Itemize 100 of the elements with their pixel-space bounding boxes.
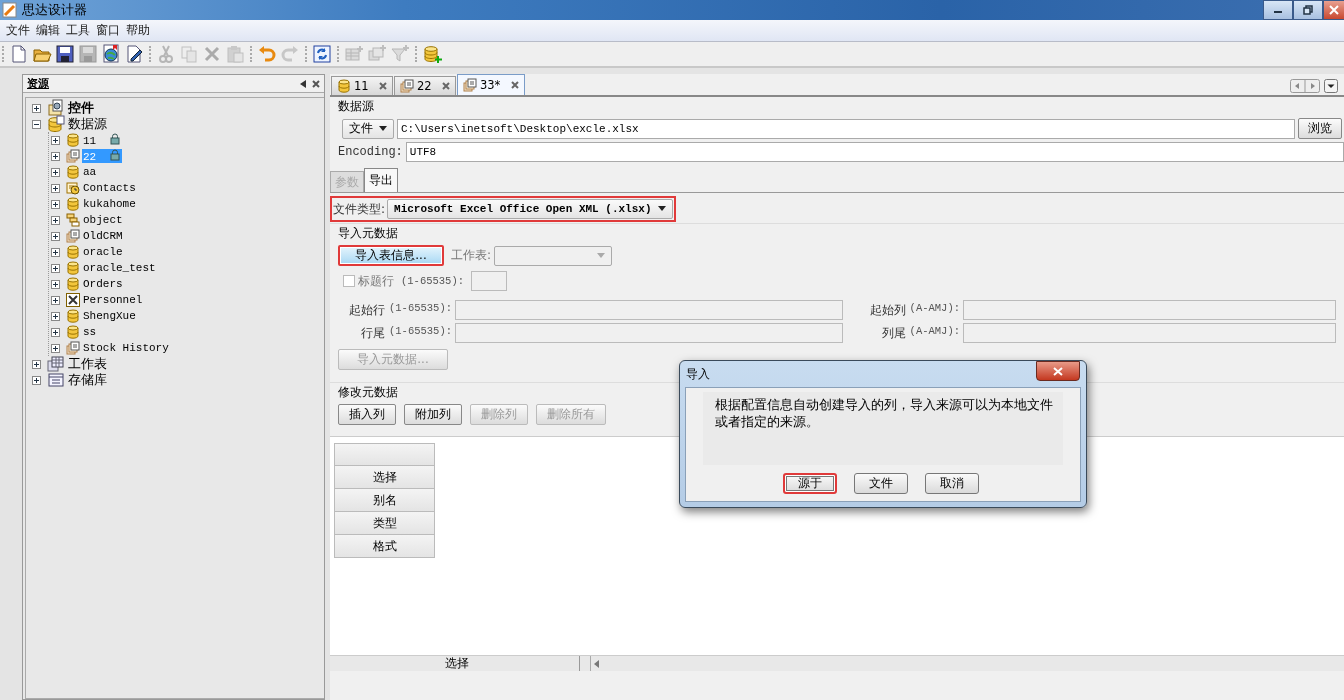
tree-item[interactable]: oracle_test xyxy=(82,262,157,274)
expand-icon[interactable] xyxy=(51,263,60,273)
expand-icon[interactable] xyxy=(32,103,41,113)
field-label: 行尾 xyxy=(361,324,385,342)
database-icon xyxy=(66,245,80,259)
expand-icon[interactable] xyxy=(51,199,60,209)
edit-document-icon[interactable] xyxy=(124,44,144,64)
tree-item[interactable]: ShengXue xyxy=(82,310,137,322)
range-hint: (A-AMJ): xyxy=(909,301,960,316)
tree-item[interactable]: aa xyxy=(82,166,98,178)
toolbar-button[interactable]: 插入列 xyxy=(338,404,396,425)
tree-item[interactable]: oracle xyxy=(82,246,124,258)
clock-icon xyxy=(66,181,80,195)
left-arrow-icon[interactable] xyxy=(594,659,600,668)
tree-item[interactable]: 控件 xyxy=(67,99,95,117)
tree-item[interactable]: Stock History xyxy=(82,342,170,354)
tree-item[interactable]: 11 xyxy=(82,133,122,147)
close-icon[interactable] xyxy=(312,79,320,88)
menu-item[interactable]: 窗口 xyxy=(93,22,123,39)
expand-icon[interactable] xyxy=(51,135,60,145)
expand-icon[interactable] xyxy=(51,311,60,321)
database-icon xyxy=(66,325,80,339)
editor-tab[interactable]: 22 xyxy=(393,76,456,95)
menu-item[interactable]: 帮助 xyxy=(123,22,153,39)
close-icon[interactable] xyxy=(378,82,387,90)
tree-item[interactable]: object xyxy=(82,214,124,226)
section-title: 数据源 xyxy=(338,98,374,115)
tree-item[interactable]: kukahome xyxy=(82,198,137,210)
tree-item[interactable]: 数据源 xyxy=(67,115,108,133)
range-hint: (1-65535): xyxy=(401,275,464,287)
refresh-icon[interactable] xyxy=(312,44,332,64)
browse-button[interactable]: 浏览 xyxy=(1298,118,1342,139)
expand-icon[interactable] xyxy=(51,247,60,257)
file-type-dropdown[interactable]: Microsoft Excel Office Open XML (.xlsx) xyxy=(387,199,673,219)
add-database-icon[interactable] xyxy=(422,44,442,64)
import-table-info-button[interactable]: 导入表信息... xyxy=(338,245,444,266)
dialog-title: 导入 xyxy=(686,365,710,383)
menu-item[interactable]: 工具 xyxy=(63,22,93,39)
globe-icon[interactable] xyxy=(101,44,121,64)
tree-item[interactable]: Contacts xyxy=(82,182,137,194)
expand-icon[interactable] xyxy=(51,295,60,305)
expand-icon[interactable] xyxy=(51,167,60,177)
close-button[interactable] xyxy=(1323,0,1344,20)
sub-tab[interactable]: 导出 xyxy=(364,168,398,192)
expand-icon[interactable] xyxy=(32,375,41,385)
menu-item[interactable]: 文件 xyxy=(3,22,33,39)
expand-icon[interactable] xyxy=(32,359,41,369)
close-icon[interactable] xyxy=(510,81,519,89)
close-icon[interactable] xyxy=(441,82,450,90)
close-icon xyxy=(1053,366,1063,376)
input-field[interactable] xyxy=(471,271,507,291)
pin-icon[interactable] xyxy=(298,78,309,89)
panel-title: 资源 xyxy=(27,76,49,91)
section-title: 修改元数据 xyxy=(338,384,398,401)
package-icon xyxy=(47,99,65,117)
expand-icon[interactable] xyxy=(51,183,60,193)
row-header: 类型 xyxy=(334,512,435,535)
tree-item[interactable]: Orders xyxy=(82,278,124,290)
dropdown-icon[interactable] xyxy=(1324,79,1338,93)
input-field[interactable] xyxy=(455,300,843,320)
expand-icon[interactable] xyxy=(51,327,60,337)
tree-item[interactable]: ss xyxy=(82,326,98,338)
expand-icon[interactable] xyxy=(51,279,60,289)
expand-icon[interactable] xyxy=(51,231,60,241)
restore-button[interactable] xyxy=(1293,0,1323,20)
expand-icon[interactable] xyxy=(51,343,60,353)
input-field[interactable] xyxy=(963,323,1336,343)
expand-icon[interactable] xyxy=(51,215,60,225)
editor-tab[interactable]: 33* xyxy=(456,74,525,95)
document-stack-icon xyxy=(462,78,477,92)
database-icon xyxy=(66,165,80,179)
menu-item[interactable]: 编辑 xyxy=(33,22,63,39)
x-box-icon xyxy=(66,293,80,307)
tree-item[interactable]: Personnel xyxy=(82,294,144,306)
close-button[interactable] xyxy=(1036,361,1080,381)
tree-item[interactable]: 存储库 xyxy=(67,371,108,389)
editor-tab[interactable]: 11 xyxy=(331,76,393,95)
tree-item[interactable]: 工作表 xyxy=(67,355,108,373)
range-hint: (1-65535): xyxy=(389,324,452,339)
expand-icon[interactable] xyxy=(51,151,60,161)
save-icon[interactable] xyxy=(55,44,75,64)
encoding-field[interactable]: UTF8 xyxy=(405,142,1344,162)
field-label: 起始行 xyxy=(349,301,385,319)
new-document-icon[interactable] xyxy=(9,44,29,64)
database-icon xyxy=(66,277,80,291)
tree-item[interactable]: OldCRM xyxy=(82,230,124,242)
dialog-button[interactable]: 取消 xyxy=(924,473,979,494)
path-field[interactable]: C:\Users\inetsoft\Desktop\excle.xlsx xyxy=(397,118,1295,139)
source-type-dropdown[interactable]: 文件 xyxy=(342,118,394,139)
toolbar-button[interactable]: 附加列 xyxy=(404,404,462,425)
input-field[interactable] xyxy=(963,300,1336,320)
minimize-button[interactable] xyxy=(1263,0,1293,20)
close-icon xyxy=(1329,5,1339,15)
collapse-icon[interactable] xyxy=(32,119,41,129)
checkbox-label: 标题行 xyxy=(358,272,394,290)
dialog-button[interactable]: 文件 xyxy=(853,473,908,494)
input-field[interactable] xyxy=(455,323,843,343)
field-label: 起始列 xyxy=(869,301,906,319)
table-icon xyxy=(47,371,65,389)
dialog-button[interactable]: 源于 xyxy=(782,473,837,494)
